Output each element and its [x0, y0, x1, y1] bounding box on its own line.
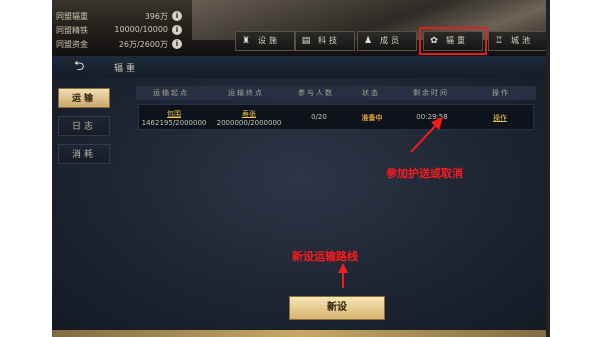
annotation-cancel-note: 参加护送或取消 — [386, 167, 463, 180]
annotation-arrows — [338, 117, 443, 288]
arrow-to-action — [410, 122, 439, 153]
annotation-new-route-note: 新设运输路线 — [292, 250, 358, 263]
game-window: 同盟辐重 396万 i 同盟精铁 10000/10000 i 同盟资金 26万/… — [52, 0, 548, 337]
arrowhead — [338, 263, 348, 273]
new-route-button[interactable]: 新设 — [289, 296, 385, 320]
bottom-border — [52, 330, 548, 337]
window-edge — [546, 0, 550, 337]
